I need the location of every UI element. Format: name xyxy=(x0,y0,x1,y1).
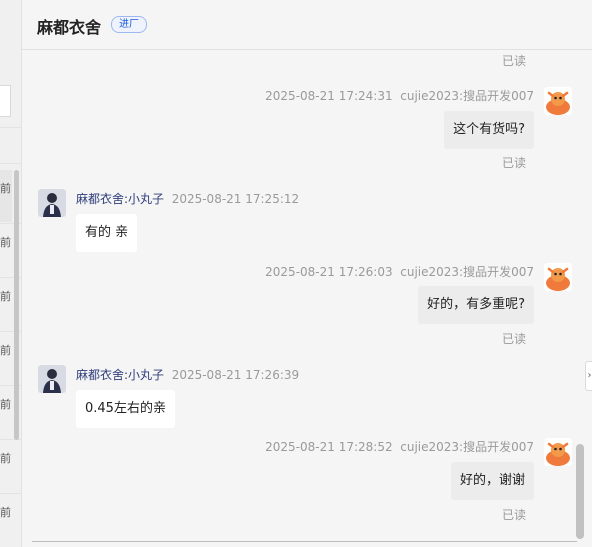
message-list: 已读 2025-08-21 17:24:31 cujie2023:搜品开发007… xyxy=(22,50,592,542)
read-status: 已读 xyxy=(502,54,527,68)
conversation-item-selected[interactable] xyxy=(0,170,12,222)
conversation-time: 前 xyxy=(0,182,11,195)
message-meta: 麻都衣舍:小丸子 2025-08-21 17:25:12 xyxy=(76,190,299,207)
message-meta: 2025-08-21 17:26:03 cujie2023:搜品开发007 xyxy=(265,263,534,280)
shop-avatar[interactable] xyxy=(38,365,66,393)
shop-badge: 进厂 xyxy=(111,16,147,33)
conversation-time: 前 xyxy=(0,344,11,357)
conversation-time: 前 xyxy=(0,506,11,519)
self-avatar[interactable] xyxy=(544,263,572,291)
shop-avatar[interactable] xyxy=(38,189,66,217)
message-sender: cujie2023:搜品开发007 xyxy=(400,265,534,279)
message-sender: cujie2023:搜品开发007 xyxy=(400,440,534,454)
conversation-list-panel: 前 前 前 前 前 前 前 xyxy=(0,0,22,547)
conversation-time: 前 xyxy=(0,398,11,411)
message-time: 2025-08-21 17:28:52 xyxy=(265,440,393,454)
message-scrollbar[interactable] xyxy=(576,444,584,539)
read-status: 已读 xyxy=(502,332,527,346)
message-meta: 麻都衣舍:小丸子 2025-08-21 17:26:39 xyxy=(76,366,299,383)
message-time: 2025-08-21 17:26:03 xyxy=(265,265,393,279)
divider xyxy=(0,127,21,128)
read-status: 已读 xyxy=(502,156,527,170)
input-divider xyxy=(32,541,577,542)
conversation-time: 前 xyxy=(0,452,11,465)
message-bubble: 有的 亲 xyxy=(76,214,138,252)
message-sender: 麻都衣舍:小丸子 xyxy=(76,368,165,382)
list-scrollbar[interactable] xyxy=(14,170,19,440)
search-input[interactable] xyxy=(0,85,11,117)
self-avatar[interactable] xyxy=(544,438,572,466)
shop-name: 麻都衣舍 xyxy=(37,18,102,37)
message-sender: 麻都衣舍:小丸子 xyxy=(76,192,165,206)
message-bubble: 好的，有多重呢? xyxy=(418,286,534,324)
message-meta: 2025-08-21 17:28:52 cujie2023:搜品开发007 xyxy=(265,438,534,455)
message-bubble: 0.45左右的亲 xyxy=(76,390,175,428)
message-time: 2025-08-21 17:24:31 xyxy=(265,89,393,103)
message-bubble: 好的，谢谢 xyxy=(450,462,534,500)
conversation-time: 前 xyxy=(0,236,11,249)
message-time: 2025-08-21 17:26:39 xyxy=(171,368,300,382)
chevron-right-icon[interactable]: › xyxy=(585,361,592,391)
divider xyxy=(0,493,21,494)
chat-header: 麻都衣舍 进厂 xyxy=(22,0,592,50)
message-sender: cujie2023:搜品开发007 xyxy=(400,89,534,103)
message-time: 2025-08-21 17:25:12 xyxy=(171,192,300,206)
message-bubble: 这个有货吗? xyxy=(444,111,534,149)
conversation-time: 前 xyxy=(0,290,11,303)
read-status: 已读 xyxy=(502,508,527,522)
message-meta: 2025-08-21 17:24:31 cujie2023:搜品开发007 xyxy=(265,87,534,104)
self-avatar[interactable] xyxy=(544,87,572,115)
divider xyxy=(0,163,21,164)
